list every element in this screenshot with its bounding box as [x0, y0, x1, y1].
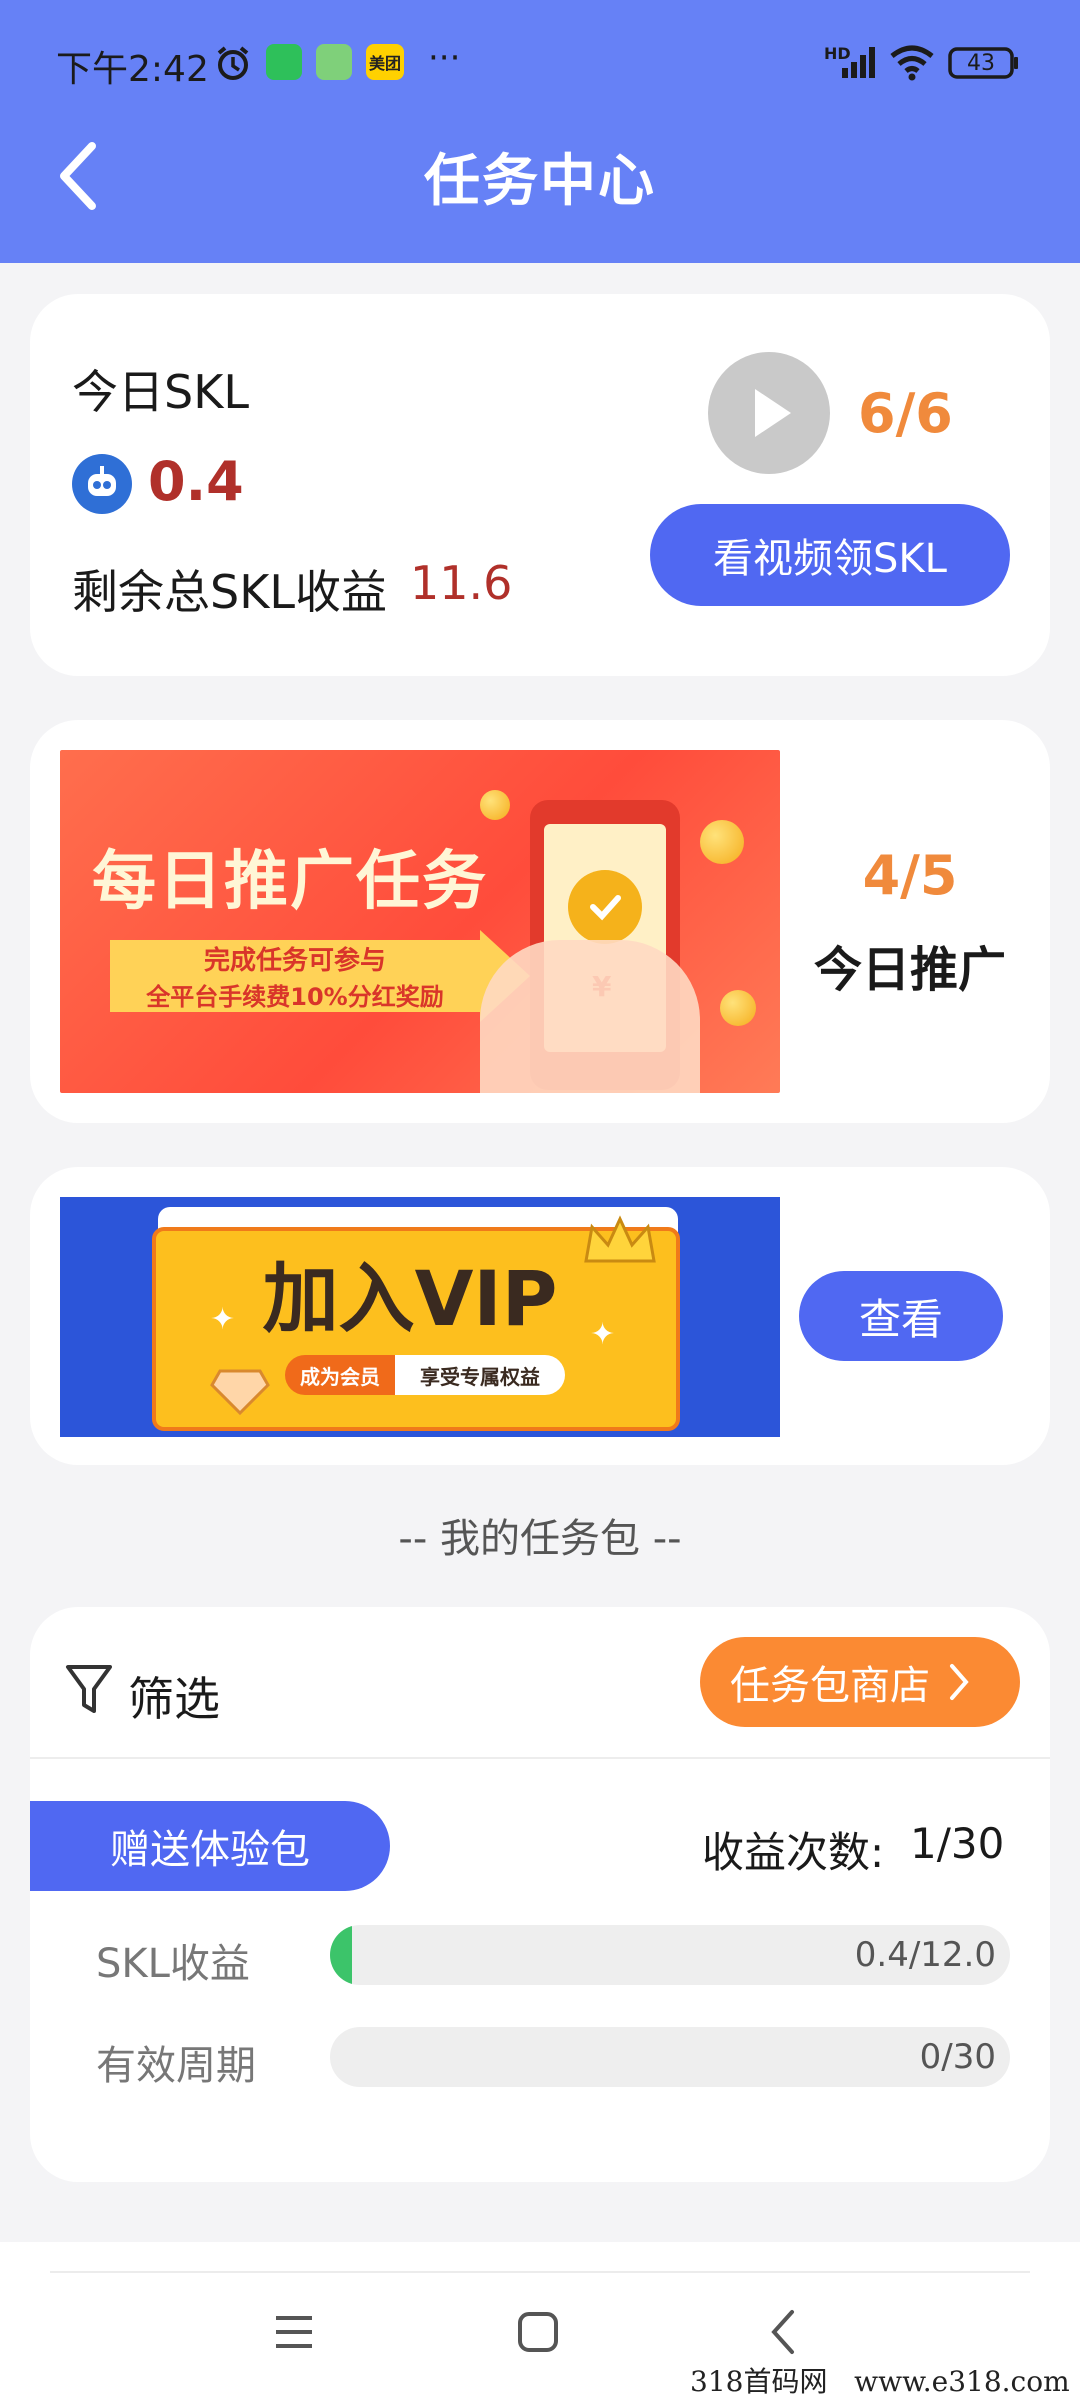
vip-card: 加入VIP 成为会员 享受专属权益 ✦ ✦ 查看 — [30, 1167, 1050, 1465]
package-tag[interactable]: 赠送体验包 — [30, 1801, 390, 1891]
coin-icon — [720, 990, 756, 1026]
status-more: ··· — [428, 38, 461, 78]
task-store-label: 任务包商店 — [730, 1663, 930, 1709]
filter-label: 筛选 — [128, 1672, 220, 1726]
watch-video-button[interactable]: 看视频领SKL — [650, 504, 1010, 606]
income-count-label: 收益次数: — [702, 1828, 885, 1877]
header-bar: 下午2:42 美团 ··· HD 43 任务中心 — [0, 0, 1080, 263]
row-value: 0/30 — [919, 2037, 996, 2077]
back-chevron-icon — [771, 2310, 794, 2354]
play-video-button[interactable] — [708, 352, 830, 474]
skl-remaining-value: 11.6 — [410, 556, 513, 610]
notes-app-icon — [316, 44, 352, 80]
skl-today-value: 0.4 — [148, 450, 244, 513]
home-button[interactable] — [516, 2310, 560, 2358]
wechat-icon — [266, 44, 302, 80]
crown-icon — [580, 1211, 660, 1275]
vip-badge-right: 享受专属权益 — [395, 1355, 565, 1395]
promo-label: 今日推广 — [813, 942, 1006, 998]
status-time: 下午2:42 — [56, 49, 209, 90]
sparkle-icon: ✦ — [590, 1317, 616, 1352]
play-icon — [755, 389, 791, 437]
hand-illustration — [480, 940, 700, 1093]
nav-divider — [50, 2271, 1030, 2273]
income-count-value: 1/30 — [910, 1819, 1005, 1868]
battery-level: 43 — [967, 50, 995, 76]
skl-avatar-icon — [72, 454, 132, 514]
skl-today-label: 今日SKL — [72, 365, 249, 419]
promo-banner-line1: 完成任务可参与 — [203, 945, 386, 976]
system-nav-bar: 318首码网 www.e318.com — [0, 2242, 1080, 2400]
skl-remaining-label: 剩余总SKL收益 — [72, 565, 387, 619]
checkmark-icon — [568, 870, 642, 944]
filter-button[interactable]: 筛选 — [64, 1649, 264, 1729]
skl-income-row: SKL收益 0.4/12.0 — [30, 1925, 1050, 1987]
chevron-right-icon — [950, 1664, 969, 1700]
progress-fill — [330, 1925, 353, 1985]
menu-button[interactable] — [270, 2312, 318, 2356]
vip-view-button[interactable]: 查看 — [799, 1271, 1003, 1361]
task-store-button[interactable]: 任务包商店 — [700, 1637, 1020, 1727]
vip-badge-left: 成为会员 — [285, 1355, 395, 1395]
filter-icon — [66, 1665, 112, 1713]
page-title: 任务中心 — [424, 148, 656, 214]
meituan-app-icon: 美团 — [366, 44, 404, 80]
row-label: 有效周期 — [96, 2043, 256, 2089]
vip-banner[interactable]: 加入VIP 成为会员 享受专属权益 ✦ ✦ — [60, 1197, 780, 1437]
diamond-icon — [210, 1367, 270, 1421]
section-title: -- 我的任务包 -- — [398, 1516, 682, 1562]
coin-icon — [700, 820, 744, 864]
promo-card: 每日推广任务 完成任务可参与 全平台手续费10%分红奖励 ¥ 4/5 今日推广 — [30, 720, 1050, 1123]
home-square-icon — [518, 2312, 558, 2352]
task-package-card: 筛选 任务包商店 赠送体验包 收益次数: 1/30 SKL收益 0.4/12.0… — [30, 1607, 1050, 2182]
skl-card: 今日SKL 0.4 剩余总SKL收益 11.6 6/6 看视频领SKL — [30, 294, 1050, 676]
promo-count: 4/5 — [862, 843, 958, 907]
sparkle-icon: ✦ — [210, 1302, 236, 1337]
signal-icon — [826, 44, 878, 84]
system-back-button[interactable] — [768, 2308, 798, 2360]
menu-icon — [276, 2316, 312, 2348]
coin-icon — [480, 790, 510, 820]
valid-period-row: 有效周期 0/30 — [30, 2027, 1050, 2089]
watermark: 318首码网 www.e318.com — [690, 2365, 1070, 2398]
video-count: 6/6 — [858, 382, 953, 445]
row-value: 0.4/12.0 — [854, 1935, 996, 1975]
alarm-icon — [214, 44, 252, 86]
wifi-icon — [888, 44, 936, 86]
divider — [30, 1757, 1050, 1759]
promo-banner-title: 每日推广任务 — [92, 845, 488, 919]
valid-period-progress — [330, 2027, 1010, 2087]
row-label: SKL收益 — [96, 1941, 250, 1987]
promo-banner[interactable]: 每日推广任务 完成任务可参与 全平台手续费10%分红奖励 ¥ — [60, 750, 780, 1093]
promo-banner-line2: 全平台手续费10%分红奖励 — [146, 982, 444, 1011]
